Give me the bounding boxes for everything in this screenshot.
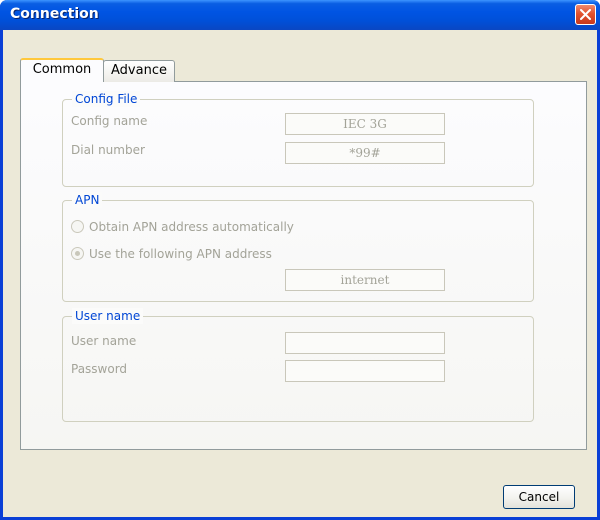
close-button[interactable] [575, 4, 596, 25]
connection-dialog: Connection Common Advance Config File Co… [0, 0, 600, 520]
apn-group: APN Obtain APN address automatically Use… [62, 192, 534, 302]
config-file-group: Config File Config name IEC 3G Dial numb… [62, 91, 534, 187]
user-name-legend: User name [72, 308, 144, 324]
user-name-group: User name User name Password [62, 308, 534, 422]
radio-selected-dot [75, 251, 80, 256]
config-name-label: Config name [71, 114, 148, 128]
window-title: Connection [10, 6, 99, 22]
password-field[interactable] [285, 360, 445, 382]
tab-advance[interactable]: Advance [103, 60, 175, 82]
config-file-legend: Config File [72, 91, 141, 107]
apn-address-field[interactable]: internet [285, 269, 445, 291]
password-label: Password [71, 362, 128, 376]
title-bar[interactable]: Connection [0, 0, 600, 30]
apn-manual-label[interactable]: Use the following APN address [89, 247, 272, 261]
apn-manual-radio[interactable] [71, 247, 84, 260]
apn-legend: APN [72, 192, 103, 208]
dial-number-field[interactable]: *99# [285, 142, 445, 164]
cancel-button[interactable]: Cancel [503, 485, 575, 509]
close-icon [580, 9, 591, 20]
apn-auto-label[interactable]: Obtain APN address automatically [89, 220, 294, 234]
dial-number-label: Dial number [71, 143, 145, 157]
config-name-field[interactable]: IEC 3G [285, 113, 445, 135]
user-name-label: User name [71, 334, 137, 348]
apn-auto-radio[interactable] [71, 220, 84, 233]
common-tab-panel: Config File Config name IEC 3G Dial numb… [20, 81, 587, 450]
tab-common[interactable]: Common [20, 58, 104, 82]
user-name-field[interactable] [285, 332, 445, 354]
